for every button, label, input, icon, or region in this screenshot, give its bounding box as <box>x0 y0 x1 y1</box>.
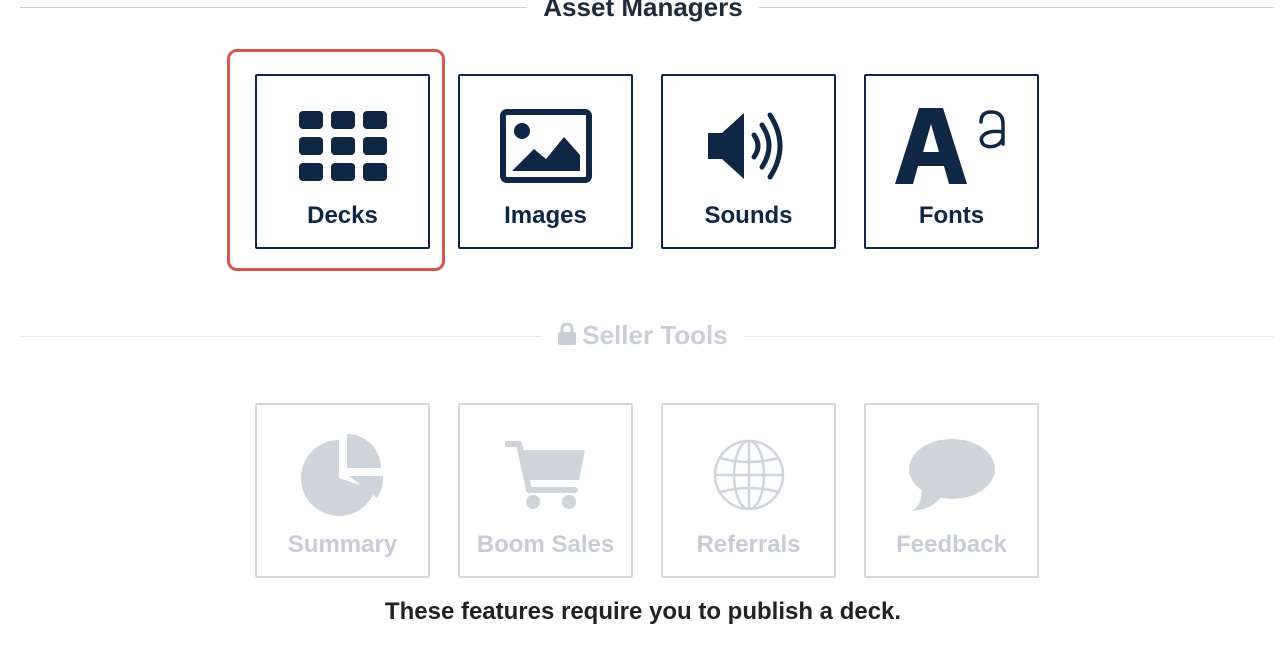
boom-sales-label: Boom Sales <box>476 531 615 558</box>
publish-requirement-note: These features require you to publish a … <box>384 598 902 625</box>
lock-icon <box>558 323 577 346</box>
volume-icon <box>663 106 834 186</box>
image-icon <box>460 106 631 186</box>
feedback-tile: Feedback <box>864 403 1039 578</box>
referrals-label: Referrals <box>696 531 801 558</box>
decks-tile[interactable]: Decks <box>255 74 430 249</box>
images-label: Images <box>504 202 587 229</box>
grid-icon <box>257 106 428 186</box>
summary-tile: Summary <box>255 403 430 578</box>
feedback-label: Feedback <box>896 531 1007 558</box>
seller-tools-heading: Seller Tools <box>0 320 1286 350</box>
summary-label: Summary <box>287 531 398 558</box>
speech-bubble-icon <box>866 435 1037 515</box>
sounds-tile[interactable]: Sounds <box>661 74 836 249</box>
fonts-label: Fonts <box>918 202 985 229</box>
decks-label: Decks <box>307 202 378 229</box>
asset-managers-heading: Asset Managers <box>0 0 1286 22</box>
fonts-tile[interactable]: Fonts <box>864 74 1039 249</box>
pie-chart-icon <box>257 434 428 516</box>
asset-managers-page: Asset Managers Decks Images Sounds Fonts… <box>0 0 1286 658</box>
globe-icon <box>663 435 834 515</box>
boom-sales-tile: Boom Sales <box>458 403 633 578</box>
seller-tools-title: Seller Tools <box>582 320 728 350</box>
font-icon <box>866 106 1037 186</box>
shopping-cart-icon <box>460 435 631 515</box>
images-tile[interactable]: Images <box>458 74 633 249</box>
referrals-tile: Referrals <box>661 403 836 578</box>
sounds-label: Sounds <box>704 202 793 229</box>
